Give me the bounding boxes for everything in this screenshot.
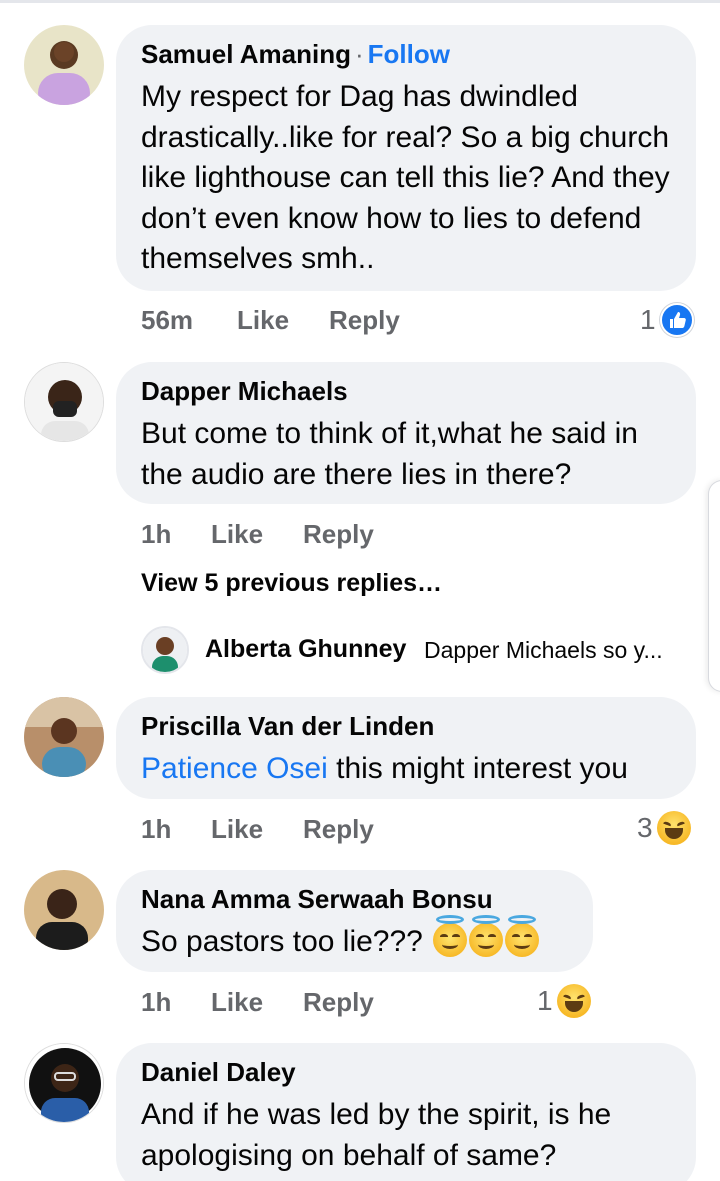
comment-text: My respect for Dag has dwindled drastica… bbox=[141, 80, 670, 275]
commenter-name[interactable]: Samuel Amaning bbox=[141, 39, 351, 69]
commenter-name[interactable]: Dapper Michaels bbox=[141, 376, 670, 406]
haha-icon bbox=[656, 811, 691, 845]
view-previous-replies-link[interactable]: View 5 previous replies… bbox=[141, 569, 442, 598]
avatar[interactable] bbox=[141, 626, 189, 674]
comment-bubble: Daniel Daley And if he was led by the sp… bbox=[116, 1043, 696, 1181]
avatar[interactable] bbox=[24, 697, 104, 777]
avatar[interactable] bbox=[24, 362, 104, 442]
comment-bubble: Priscilla Van der Linden Patience Osei t… bbox=[116, 697, 696, 799]
haha-icon bbox=[556, 984, 591, 1018]
comment-timestamp[interactable]: 56m bbox=[141, 305, 193, 336]
avatar[interactable] bbox=[24, 25, 104, 105]
like-button[interactable]: Like bbox=[237, 305, 289, 336]
avatar[interactable] bbox=[24, 1043, 104, 1123]
reply-button[interactable]: Reply bbox=[303, 987, 374, 1018]
mention-link[interactable]: Patience Osei bbox=[141, 752, 328, 785]
commenter-name[interactable]: Daniel Daley bbox=[141, 1057, 670, 1087]
comment-text: And if he was led by the spirit, is he a… bbox=[141, 1098, 612, 1172]
reply-button[interactable]: Reply bbox=[329, 305, 400, 336]
reply-author-name[interactable]: Alberta Ghunney bbox=[205, 635, 406, 664]
smiling-face-with-halo-icon bbox=[433, 915, 468, 957]
side-panel-edge bbox=[708, 480, 720, 692]
reply-button[interactable]: Reply bbox=[303, 814, 374, 845]
comment-timestamp[interactable]: 1h bbox=[141, 519, 171, 550]
reply-button[interactable]: Reply bbox=[303, 519, 374, 550]
reaction-summary[interactable]: 1 bbox=[640, 300, 694, 340]
reaction-count: 1 bbox=[537, 985, 553, 1016]
comment-text: this might interest you bbox=[327, 752, 628, 785]
smiling-face-with-halo-icon bbox=[469, 915, 504, 957]
avatar[interactable] bbox=[24, 870, 104, 950]
like-button[interactable]: Like bbox=[211, 814, 263, 845]
reaction-count: 3 bbox=[637, 812, 653, 843]
like-button[interactable]: Like bbox=[211, 987, 263, 1018]
comment-timestamp[interactable]: 1h bbox=[141, 814, 171, 845]
follow-button[interactable]: Follow bbox=[368, 39, 450, 69]
separator-dot: · bbox=[354, 39, 364, 69]
comment-bubble: Dapper Michaels But come to think of it,… bbox=[116, 362, 696, 504]
comment-bubble: Samuel Amaning · Follow My respect for Dag… bbox=[116, 25, 696, 291]
comment-bubble: Nana Amma Serwaah Bonsu So pastors too l… bbox=[116, 870, 593, 972]
comment-timestamp[interactable]: 1h bbox=[141, 987, 171, 1018]
top-divider bbox=[0, 0, 720, 3]
reply-snippet: Dapper Michaels so y... bbox=[424, 637, 663, 663]
reply-preview[interactable]: Alberta Ghunney Dapper Michaels so y... bbox=[141, 626, 701, 676]
reaction-count: 1 bbox=[640, 304, 656, 335]
like-icon bbox=[659, 303, 694, 337]
reaction-summary[interactable]: 1 bbox=[537, 981, 591, 1021]
reaction-summary[interactable]: 3 bbox=[637, 808, 691, 848]
commenter-name[interactable]: Priscilla Van der Linden bbox=[141, 711, 670, 741]
comment-text: So pastors too lie??? bbox=[141, 925, 423, 958]
smiling-face-with-halo-icon bbox=[505, 915, 540, 957]
like-button[interactable]: Like bbox=[211, 519, 263, 550]
comment-text: But come to think of it,what he said in … bbox=[141, 417, 638, 491]
commenter-name[interactable]: Nana Amma Serwaah Bonsu bbox=[141, 884, 567, 914]
